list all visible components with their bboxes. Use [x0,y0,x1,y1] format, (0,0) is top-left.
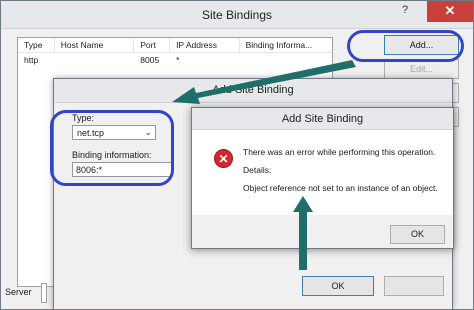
error-details-text: Object reference not set to an instance … [243,183,438,193]
add-button-highlight [347,30,464,62]
column-header-ip-address[interactable]: IP Address [170,38,240,52]
column-header-type[interactable]: Type [18,38,55,52]
column-header-port[interactable]: Port [134,38,171,52]
error-dialog-body: ✕ There was an error while performing th… [192,130,453,215]
side-scroll-field [41,283,47,303]
error-message: There was an error while performing this… [243,147,436,157]
column-header-binding-information[interactable]: Binding Informa... [240,38,332,52]
column-header-host-name[interactable]: Host Name [55,38,135,52]
error-details-label: Details: [243,165,272,175]
bindings-list-header: Type Host Name Port IP Address Binding I… [18,38,332,53]
add-site-binding-title: Add Site Binding [212,84,294,96]
add-site-binding-titlebar: Add Site Binding [54,79,452,103]
cell-host [55,53,134,67]
edit-button[interactable]: Edit... [384,59,459,79]
error-dialog: Add Site Binding ✕ There was an error wh… [191,107,454,249]
cell-ip: * [176,55,180,65]
fields-highlight [50,110,174,186]
error-ok-button[interactable]: OK [390,225,445,244]
help-button[interactable]: ? [397,4,413,18]
site-bindings-titlebar: Site Bindings ? ✕ [1,1,473,29]
cell-port: 8005 [140,55,160,65]
cancel-button[interactable] [384,276,444,296]
ok-button[interactable]: OK [302,276,374,296]
close-button[interactable]: ✕ [427,1,473,22]
error-dialog-title: Add Site Binding [281,113,364,125]
error-dialog-titlebar: Add Site Binding [192,108,453,130]
table-row[interactable]: http 8005 * [18,53,332,67]
error-icon: ✕ [214,149,233,168]
cell-type: http [24,55,39,65]
footer-server-label: Server [5,287,32,297]
cell-binding [240,53,332,67]
